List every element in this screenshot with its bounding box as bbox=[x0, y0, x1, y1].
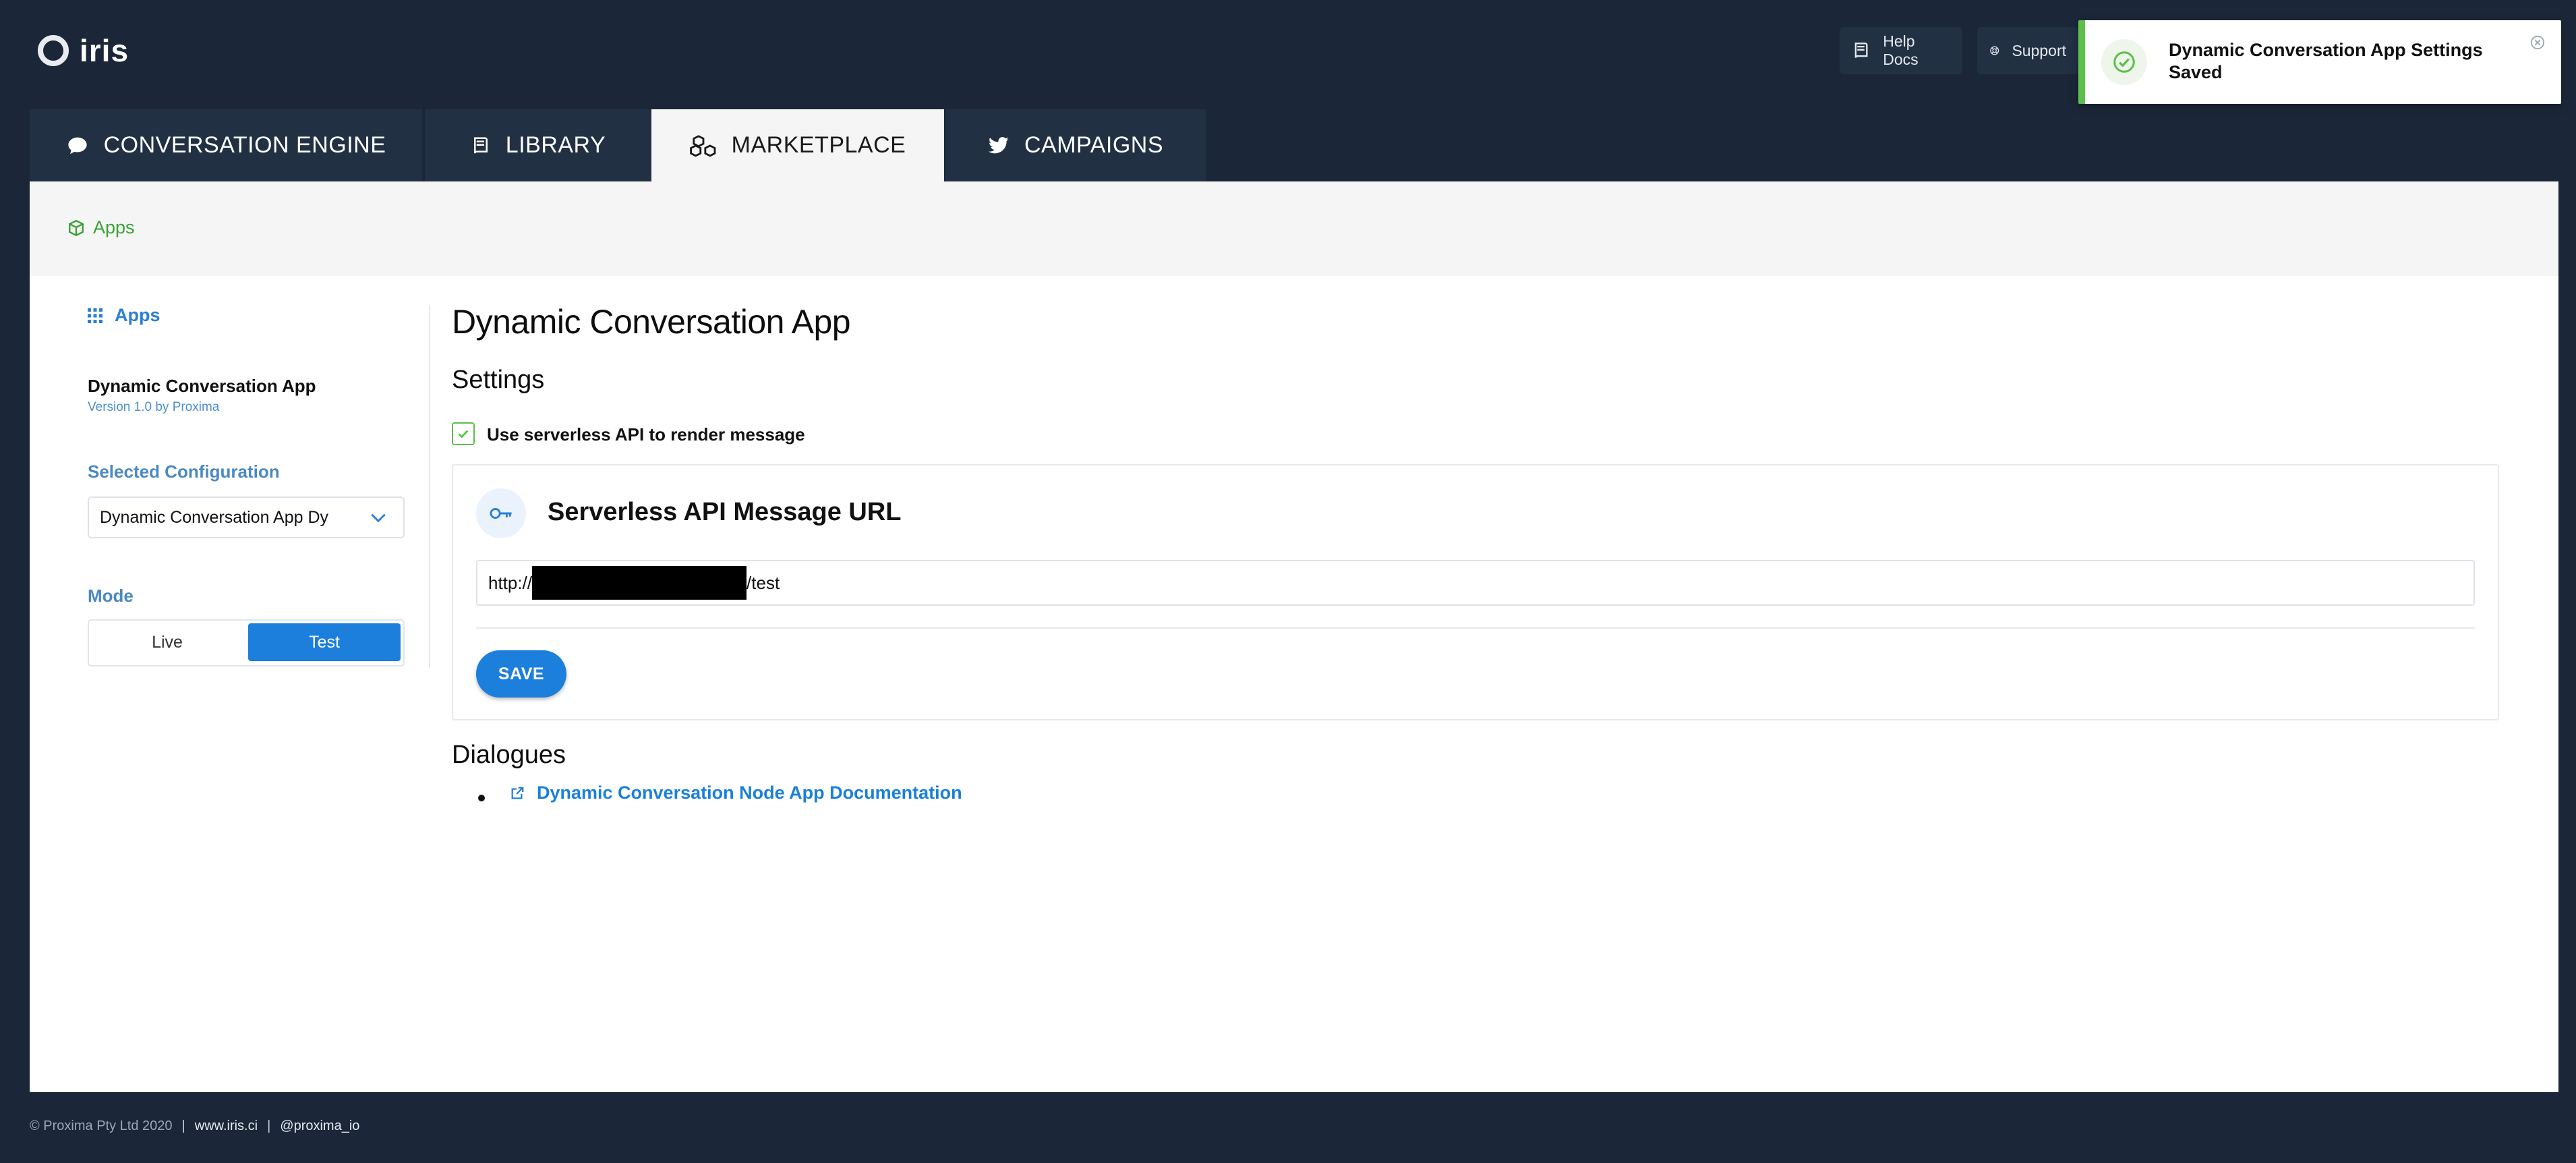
config-label: Selected Configuration bbox=[88, 461, 280, 482]
cube-icon bbox=[69, 219, 84, 236]
book-icon bbox=[1854, 42, 1868, 58]
support-button[interactable]: Support bbox=[1977, 27, 2078, 74]
tab-conversation-engine[interactable]: CONVERSATION ENGINE bbox=[30, 109, 422, 181]
tab-label: MARKETPLACE bbox=[731, 132, 906, 158]
tab-marketplace[interactable]: MARKETPLACE bbox=[651, 109, 944, 181]
documentation-link-label: Dynamic Conversation Node App Documentat… bbox=[537, 783, 962, 803]
serverless-url-input[interactable]: http:// /test bbox=[476, 560, 2475, 606]
app-title: Dynamic Conversation App bbox=[88, 376, 316, 396]
support-label: Support bbox=[2012, 41, 2066, 59]
brand-name: iris bbox=[80, 33, 129, 68]
twitter-icon bbox=[988, 136, 1009, 153]
book-icon bbox=[473, 137, 488, 153]
mode-test-button[interactable]: Test bbox=[248, 623, 401, 661]
app-version: Version 1.0 by Proxima bbox=[88, 400, 220, 414]
footer-separator: | bbox=[267, 1118, 271, 1133]
breadcrumb-bar bbox=[30, 181, 2558, 276]
breadcrumb[interactable]: Apps bbox=[67, 217, 135, 238]
save-button[interactable]: SAVE bbox=[476, 650, 566, 698]
footer-separator: | bbox=[181, 1118, 185, 1133]
chevron-down-icon bbox=[371, 513, 386, 523]
tab-label: CONVERSATION ENGINE bbox=[103, 132, 386, 158]
grid-icon bbox=[88, 308, 103, 323]
comment-icon bbox=[67, 137, 87, 154]
success-toast: Dynamic Conversation App Settings Saved bbox=[2078, 20, 2561, 104]
footer-site-link[interactable]: www.iris.ci bbox=[195, 1118, 258, 1134]
footer-handle-link[interactable]: @proxima_io bbox=[280, 1118, 359, 1134]
footer-copyright: © Proxima Pty Ltd 2020 bbox=[30, 1118, 173, 1133]
check-icon bbox=[458, 430, 469, 438]
list-bullet bbox=[478, 795, 485, 801]
cubes-icon bbox=[689, 134, 716, 157]
toast-message: Dynamic Conversation App Settings Saved bbox=[2169, 40, 2483, 82]
mode-label: Mode bbox=[88, 586, 134, 606]
card-divider bbox=[476, 627, 2475, 629]
dialogues-heading: Dialogues bbox=[452, 741, 566, 769]
redacted-block bbox=[532, 566, 747, 600]
tab-library[interactable]: LIBRARY bbox=[425, 109, 651, 181]
sidebar-apps-label: Apps bbox=[115, 305, 160, 325]
documentation-link[interactable]: Dynamic Conversation Node App Documentat… bbox=[510, 783, 962, 803]
card-title: Serverless API Message URL bbox=[548, 498, 902, 526]
url-prefix: http:// bbox=[488, 572, 533, 593]
tab-label: CAMPAIGNS bbox=[1024, 132, 1163, 158]
breadcrumb-label: Apps bbox=[93, 217, 135, 237]
settings-heading: Settings bbox=[452, 366, 545, 394]
check-circle-icon bbox=[2101, 39, 2147, 85]
url-suffix: /test bbox=[747, 572, 780, 593]
tab-label: LIBRARY bbox=[505, 132, 606, 158]
mode-toggle: Live Test bbox=[88, 619, 405, 666]
footer: © Proxima Pty Ltd 2020 | www.iris.ci | @… bbox=[30, 1118, 359, 1134]
help-docs-button[interactable]: Help Docs bbox=[1840, 27, 1962, 74]
key-icon bbox=[476, 488, 526, 538]
serverless-checkbox[interactable] bbox=[452, 422, 475, 445]
page-title: Dynamic Conversation App bbox=[452, 303, 851, 341]
sidebar-apps-link[interactable]: Apps bbox=[88, 305, 160, 326]
close-icon[interactable] bbox=[2530, 35, 2545, 50]
configuration-select[interactable]: Dynamic Conversation App Dy bbox=[88, 497, 405, 538]
mode-live-button[interactable]: Live bbox=[92, 623, 243, 661]
tab-campaigns[interactable]: CAMPAIGNS bbox=[945, 109, 1206, 181]
logo-ring-icon bbox=[38, 35, 69, 66]
sidebar-divider bbox=[429, 305, 430, 668]
brand-logo[interactable]: iris bbox=[38, 28, 129, 73]
help-docs-label: Help Docs bbox=[1883, 32, 1919, 68]
serverless-checkbox-label[interactable]: Use serverless API to render message bbox=[487, 424, 805, 445]
external-link-icon bbox=[511, 787, 524, 799]
config-value: Dynamic Conversation App Dy bbox=[100, 507, 329, 527]
life-ring-icon bbox=[1990, 46, 1999, 55]
